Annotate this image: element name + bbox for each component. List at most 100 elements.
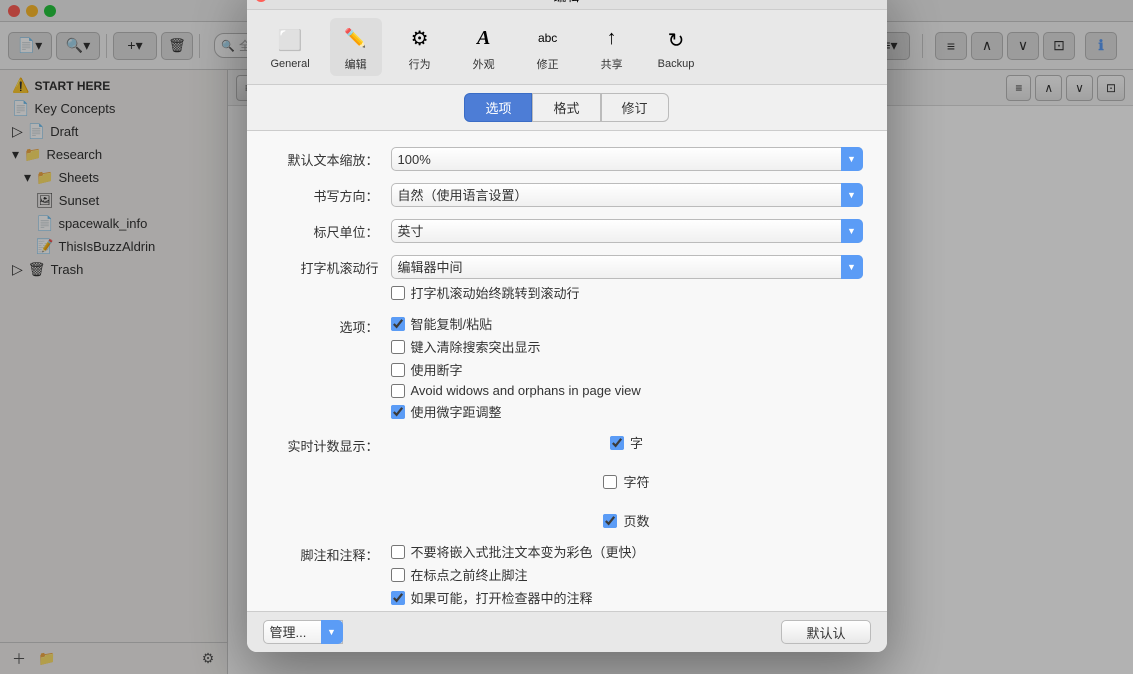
footer-left: 管理...	[263, 620, 343, 644]
writing-direction-row: 书写方向： 自然（使用语言设置）	[271, 183, 863, 207]
dialog-title: 编辑	[553, 0, 579, 5]
live-count-label: 实时计数显示：	[271, 433, 391, 455]
footnotes-label: 脚注和注释：	[271, 542, 391, 564]
prefs-footer: 管理... 默认认	[247, 611, 887, 652]
footnote-no-color-checkbox[interactable]	[391, 545, 405, 559]
ruler-units-row: 标尺单位： 英寸	[271, 219, 863, 243]
ruler-units-select-wrapper: 英寸	[391, 219, 863, 243]
count-chars-row: 字	[610, 433, 643, 452]
footnote-no-color-label: 不要将嵌入式批注文本变为彩色（更快）	[411, 542, 645, 561]
footnotes-row: 脚注和注释： 不要将嵌入式批注文本变为彩色（更快） 在标点之前终止脚注 如	[271, 542, 863, 607]
clear-search-row: 键入清除搜索突出显示	[391, 337, 863, 356]
word-break-row: 使用断字	[391, 360, 863, 379]
tab-options[interactable]: 选项	[464, 93, 532, 122]
micro-spacing-row: 使用微字距调整	[391, 402, 863, 421]
footnote-disable-before-label: 在标点之前终止脚注	[411, 565, 528, 584]
widows-orphans-label: Avoid widows and orphans in page view	[411, 383, 641, 398]
options-row: 选项： 智能复制/粘贴 键入清除搜索突出显示 使用断字	[271, 314, 863, 421]
writing-direction-select[interactable]: 自然（使用语言设置）	[391, 183, 863, 207]
footnote-open-inspector-label: 如果可能，打开检查器中的注释	[411, 588, 593, 607]
footnotes-control: 不要将嵌入式批注文本变为彩色（更快） 在标点之前终止脚注 如果可能，打开检查器中…	[391, 542, 863, 607]
tab-format[interactable]: 格式	[532, 93, 600, 122]
count-words-label: 字符	[623, 472, 649, 491]
word-break-checkbox[interactable]	[391, 363, 405, 377]
ruler-units-select[interactable]: 英寸	[391, 219, 863, 243]
ruler-units-control: 英寸	[391, 219, 863, 243]
footnote-disable-before-checkbox[interactable]	[391, 568, 405, 582]
count-chars-label: 字	[630, 433, 643, 452]
dialog-title-bar: 编辑	[247, 0, 887, 10]
typewriter-scroll-label: 打字机滚动行	[271, 255, 391, 277]
typewriter-checkbox-label: 打字机滚动始终跳转到滚动行	[411, 283, 580, 302]
count-words-row: 字符	[603, 472, 649, 491]
footnote-open-inspector-row: 如果可能，打开检查器中的注释	[391, 588, 863, 607]
smart-copy-label: 智能复制/粘贴	[411, 314, 493, 333]
count-pages-row: 页数	[603, 511, 649, 530]
footnote-disable-before-row: 在标点之前终止脚注	[391, 565, 863, 584]
micro-spacing-label: 使用微字距调整	[411, 402, 502, 421]
prefs-backup-btn[interactable]: ↻ Backup	[650, 20, 703, 74]
typewriter-scroll-control: 编辑器中间 打字机滚动始终跳转到滚动行	[391, 255, 863, 302]
zoom-row: 默认文本缩放： 100%	[271, 147, 863, 171]
ruler-units-label: 标尺单位：	[271, 219, 391, 241]
prefs-general-btn[interactable]: ⬜ General	[263, 20, 318, 74]
zoom-select[interactable]: 100%	[391, 147, 863, 171]
prefs-share-label: 共享	[601, 56, 623, 72]
prefs-correction-btn[interactable]: abc 修正	[522, 18, 574, 76]
count-chars-checkbox[interactable]	[610, 436, 624, 450]
prefs-behavior-btn[interactable]: ⚙ 行为	[394, 18, 446, 76]
typewriter-scroll-select[interactable]: 编辑器中间	[391, 255, 863, 279]
live-count-row: 实时计数显示： 字 字符 页数	[271, 433, 863, 530]
smart-copy-row: 智能复制/粘贴	[391, 314, 863, 333]
manage-select[interactable]: 管理...	[263, 620, 343, 644]
micro-spacing-checkbox[interactable]	[391, 405, 405, 419]
default-btn[interactable]: 默认认	[781, 620, 870, 644]
prefs-toolbar: ⬜ General ✏️ 编辑 ⚙ 行为 A 外观 abc 修正	[247, 10, 887, 85]
prefs-appearance-btn[interactable]: A 外观	[458, 18, 510, 76]
general-icon: ⬜	[274, 24, 306, 56]
typewriter-scroll-row: 打字机滚动行 编辑器中间 打字机滚动始终跳转到滚动行	[271, 255, 863, 302]
zoom-label: 默认文本缩放：	[271, 147, 391, 169]
options-label: 选项：	[271, 314, 391, 336]
prefs-edit-label: 编辑	[345, 56, 367, 72]
count-pages-label: 页数	[623, 511, 649, 530]
appearance-icon: A	[468, 22, 500, 54]
tab-revision[interactable]: 修订	[601, 93, 669, 122]
smart-copy-checkbox[interactable]	[391, 317, 405, 331]
backup-icon: ↻	[660, 24, 692, 56]
options-control: 智能复制/粘贴 键入清除搜索突出显示 使用断字 Avoid widow	[391, 314, 863, 421]
count-words-checkbox[interactable]	[603, 475, 617, 489]
zoom-select-wrapper: 100%	[391, 147, 863, 171]
typewriter-checkbox-row: 打字机滚动始终跳转到滚动行	[391, 283, 863, 302]
prefs-edit-btn[interactable]: ✏️ 编辑	[330, 18, 382, 76]
correction-icon: abc	[532, 22, 564, 54]
dialog-overlay: 编辑 ⬜ General ✏️ 编辑 ⚙ 行为 A 外观	[0, 0, 1133, 674]
dialog-close-btn[interactable]	[255, 0, 267, 2]
clear-search-checkbox[interactable]	[391, 340, 405, 354]
widows-orphans-row: Avoid widows and orphans in page view	[391, 383, 863, 398]
clear-search-label: 键入清除搜索突出显示	[411, 337, 541, 356]
prefs-share-btn[interactable]: ↑ 共享	[586, 18, 638, 76]
writing-direction-select-wrapper: 自然（使用语言设置）	[391, 183, 863, 207]
share-prefs-icon: ↑	[596, 22, 628, 54]
word-break-label: 使用断字	[411, 360, 463, 379]
zoom-control: 100%	[391, 147, 863, 171]
edit-icon: ✏️	[340, 22, 372, 54]
typewriter-scroll-select-wrapper: 编辑器中间	[391, 255, 863, 279]
widows-orphans-checkbox[interactable]	[391, 384, 405, 398]
footnote-no-color-row: 不要将嵌入式批注文本变为彩色（更快）	[391, 542, 863, 561]
prefs-backup-label: Backup	[658, 58, 695, 70]
count-pages-checkbox[interactable]	[603, 514, 617, 528]
default-btn-label: 默认认	[806, 626, 845, 641]
live-count-control: 字 字符 页数	[391, 433, 863, 530]
manage-select-wrapper: 管理...	[263, 620, 343, 644]
typewriter-checkbox[interactable]	[391, 286, 405, 300]
prefs-content: 默认文本缩放： 100% 书写方向：	[247, 131, 887, 611]
prefs-general-label: General	[271, 58, 310, 70]
tab-bar: 选项 格式 修订	[247, 85, 887, 131]
behavior-icon: ⚙	[404, 22, 436, 54]
prefs-appearance-label: 外观	[473, 56, 495, 72]
prefs-correction-label: 修正	[537, 56, 559, 72]
footnote-open-inspector-checkbox[interactable]	[391, 591, 405, 605]
preferences-dialog: 编辑 ⬜ General ✏️ 编辑 ⚙ 行为 A 外观	[247, 0, 887, 652]
